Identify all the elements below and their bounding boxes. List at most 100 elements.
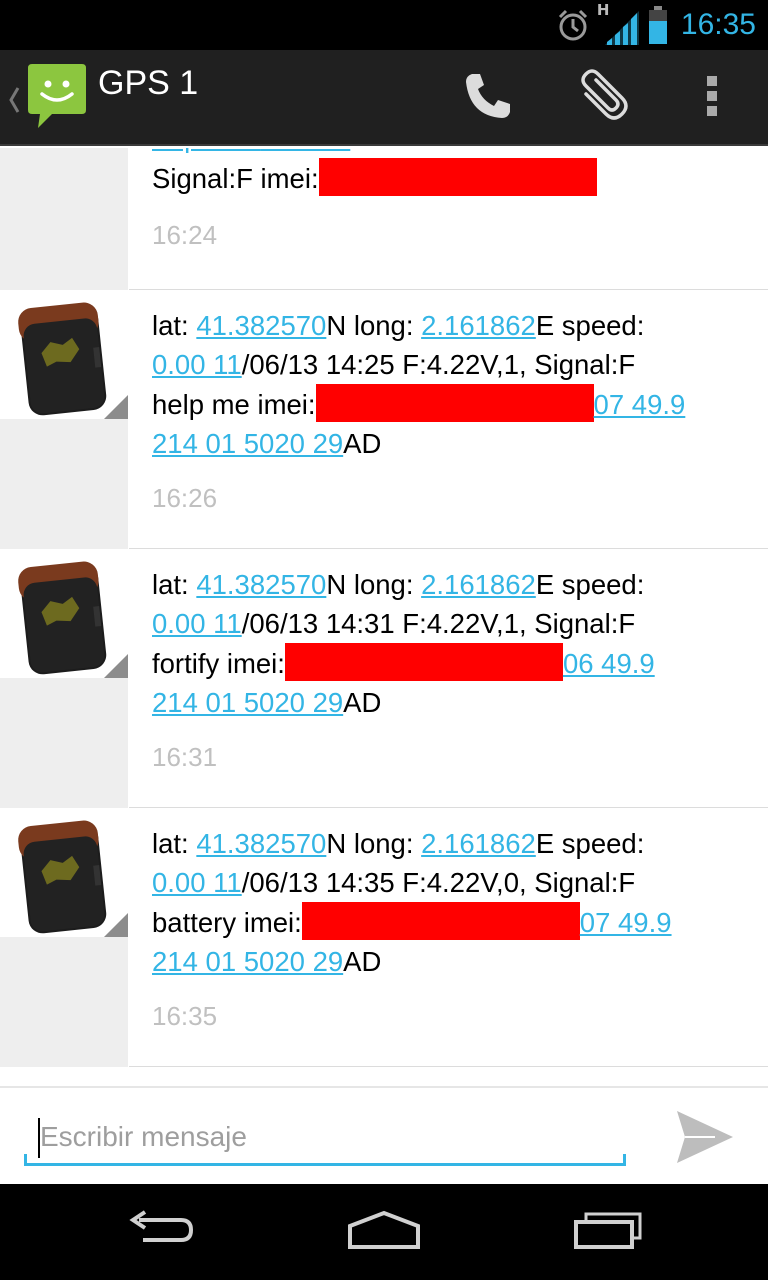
message-link[interactable]: 2.161862 (421, 828, 536, 859)
message-link[interactable]: 07 49.9 (580, 907, 672, 938)
message-line: 0.00 11/06/13 14:25 F:4.22V,1, Signal:F (152, 346, 742, 385)
message-text-segment: E speed: (535, 310, 645, 341)
message-text-segment: help me imei: (152, 389, 316, 420)
message-line: 214 01 5020 29AD (152, 943, 742, 982)
message-text: lat: 41.382570N long: 2.161862E speed: 0.… (152, 566, 742, 722)
message-timestamp: 16:26 (152, 483, 218, 513)
message-bubble: lat: 41.382570N long: 2.161862E speed: 0.… (129, 550, 768, 808)
message-text-segment: E speed: (535, 569, 645, 600)
quick-contact-badge (104, 395, 128, 419)
message-line: &speed: 0.00 11/06/13 14:21 F:4.22V (152, 148, 742, 158)
action-bar: GPS 1 (0, 50, 768, 146)
message-link[interactable]: 214 01 5020 29 (152, 428, 343, 459)
redacted-imei-block (318, 157, 597, 196)
message-link[interactable]: &speed: (152, 148, 261, 153)
send-icon (675, 1109, 735, 1169)
message-link[interactable]: 07 49.9 (594, 389, 686, 420)
message-link[interactable]: 214 01 5020 29 (152, 946, 343, 977)
contact-avatar[interactable] (0, 809, 128, 937)
message-input[interactable]: Escribir mensaje (24, 1110, 626, 1166)
message-thread[interactable]: &speed: 0.00 11/06/13 14:21 F:4.22V Signa… (0, 148, 768, 1086)
message-line: 0.00 11/06/13 14:35 F:4.22V,0, Signal:F (152, 864, 742, 903)
message-line: fortify imei: 06 49.9 (152, 643, 742, 684)
message-bubble: lat: 41.382570N long: 2.161862E speed: 0.… (129, 291, 768, 549)
message-line: lat: 41.382570N long: 2.161862E speed: (152, 825, 742, 864)
avatar-column (0, 809, 128, 1067)
up-button[interactable]: GPS 1 (0, 50, 200, 146)
home-icon (346, 1210, 422, 1254)
message-text-segment: AD (343, 945, 382, 977)
message-line: Signal:F imei: (152, 157, 742, 199)
messaging-app-icon (26, 64, 88, 130)
message-link[interactable]: 0.00 11 (152, 349, 242, 380)
message-text: &speed: 0.00 11/06/13 14:21 F:4.22V Signa… (152, 148, 742, 198)
status-time: 16:35 (680, 8, 756, 41)
input-left-tick (24, 1154, 27, 1166)
message-link[interactable]: 0.00 11 (152, 867, 242, 898)
phone-icon (462, 70, 514, 126)
conversation-title: GPS 1 (98, 64, 199, 102)
message-link[interactable]: 2.161862 (421, 310, 536, 341)
message-link[interactable]: 41.382570 (196, 310, 326, 341)
call-button[interactable] (440, 50, 536, 146)
message-timestamp: 16:35 (152, 1001, 218, 1031)
input-right-tick (623, 1154, 626, 1166)
message-text-segment: AD (343, 427, 382, 459)
message-text: lat: 41.382570N long: 2.161862E speed: 0.… (152, 825, 742, 981)
message-link[interactable]: 0.00 11 (261, 148, 351, 153)
avatar-column (0, 291, 128, 549)
message-text-segment: lat: (152, 828, 197, 859)
message-text-segment: N long: (326, 828, 422, 859)
message-line: lat: 41.382570N long: 2.161862E speed: (152, 307, 742, 346)
message-link[interactable]: 06 49.9 (563, 648, 655, 679)
message-text-segment: lat: (152, 310, 197, 341)
recent-apps-icon (572, 1210, 644, 1254)
message-bubble: lat: 41.382570N long: 2.161862E speed: 0.… (129, 809, 768, 1067)
message-line: 0.00 11/06/13 14:31 F:4.22V,1, Signal:F (152, 605, 742, 644)
redacted-imei-block (284, 643, 563, 681)
message-text: lat: 41.382570N long: 2.161862E speed: 0.… (152, 307, 742, 463)
message-item[interactable]: lat: 41.382570N long: 2.161862E speed: 0.… (0, 550, 768, 808)
avatar-column (0, 550, 128, 808)
status-bar: H 16:35 (0, 0, 768, 50)
attach-icon (572, 68, 628, 128)
message-link[interactable]: 41.382570 (196, 828, 326, 859)
message-item[interactable]: lat: 41.382570N long: 2.161862E speed: 0.… (0, 809, 768, 1067)
quick-contact-badge (104, 913, 128, 937)
alarm-icon (555, 7, 591, 43)
message-line: 214 01 5020 29AD (152, 425, 742, 464)
contact-avatar[interactable] (0, 550, 128, 678)
message-link[interactable]: 41.382570 (196, 569, 326, 600)
message-text-segment: battery imei: (152, 907, 302, 938)
message-link[interactable]: 0.00 11 (152, 608, 242, 639)
message-text-segment: E speed: (535, 828, 645, 859)
message-text-segment: /06/13 14:21 F:4.22V (350, 148, 607, 153)
overflow-menu-button[interactable] (664, 50, 760, 146)
signal-icon: H (597, 1, 639, 45)
message-text-segment: Signal:F imei: (152, 162, 319, 194)
contact-avatar[interactable] (0, 291, 128, 419)
message-bubble: &speed: 0.00 11/06/13 14:21 F:4.22V Signa… (129, 148, 768, 290)
attach-button[interactable] (552, 50, 648, 146)
overflow-menu-icon (704, 74, 720, 122)
home-button[interactable] (314, 1202, 454, 1262)
redacted-imei-block (301, 902, 580, 940)
message-text-segment: lat: (152, 569, 197, 600)
recent-apps-button[interactable] (538, 1202, 678, 1262)
message-link[interactable]: 2.161862 (421, 569, 536, 600)
message-input-placeholder: Escribir mensaje (40, 1120, 247, 1152)
message-timestamp: 16:31 (152, 742, 218, 772)
back-button[interactable] (90, 1202, 230, 1262)
quick-contact-badge (104, 654, 128, 678)
message-link[interactable]: 214 01 5020 29 (152, 687, 343, 718)
battery-icon (647, 5, 669, 45)
message-text-segment: /06/13 14:25 F:4.22V,1, Signal:F (241, 348, 636, 380)
message-item[interactable]: &speed: 0.00 11/06/13 14:21 F:4.22V Signa… (0, 148, 768, 290)
message-text-segment: N long: (326, 569, 422, 600)
send-button[interactable] (660, 1094, 750, 1184)
message-item[interactable]: lat: 41.382570N long: 2.161862E speed: 0.… (0, 291, 768, 549)
message-text-segment: fortify imei: (152, 648, 285, 679)
back-icon (125, 1210, 195, 1254)
redacted-imei-block (315, 384, 594, 422)
up-caret-icon (8, 80, 20, 120)
